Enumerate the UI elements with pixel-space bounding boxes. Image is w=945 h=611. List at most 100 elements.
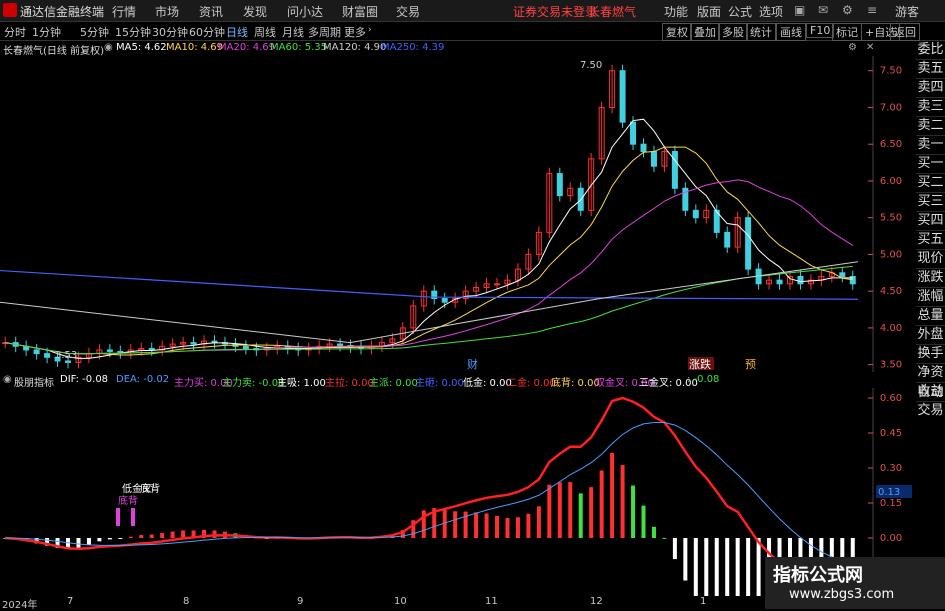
candle-body-20	[211, 340, 218, 344]
hist-bar-63	[662, 537, 667, 539]
hist-bar-53	[557, 482, 562, 538]
hist-bar-49	[515, 517, 520, 538]
quote-row-7[interactable]: 买二	[916, 174, 945, 193]
price-chart[interactable]: 7.50 7.00 6.50 6.00 5.50 5.00 4.50 4.00 3.50 7.5…	[0, 56, 916, 372]
candle-body-10	[106, 349, 113, 352]
skin-icon[interactable]: ▣	[794, 3, 805, 17]
quote-row-10[interactable]: 买五	[916, 231, 945, 250]
quote-row-17[interactable]: 净资	[916, 364, 945, 383]
quote-row-5[interactable]: 卖一	[916, 136, 945, 155]
chart-name: 长春燃气(日线 前复权)	[3, 46, 104, 57]
app-logo-icon	[3, 3, 17, 17]
settings-gear-icon[interactable]: ⚙	[848, 42, 857, 53]
period-60min[interactable]: 60分钟	[189, 24, 225, 40]
menu-discover[interactable]: 发现	[243, 3, 267, 20]
period-fenshi[interactable]: 分时	[4, 24, 26, 40]
period-15min[interactable]: 15分钟	[115, 24, 151, 40]
date-label-1: 1	[700, 596, 707, 607]
dibei-label-1: 底背	[140, 482, 160, 495]
btn-huaxian[interactable]: 画线	[776, 23, 806, 41]
hist-bar-54	[568, 482, 573, 538]
close-icon[interactable]: ✕	[866, 42, 874, 53]
indicator-tick-3: 0.15	[880, 498, 902, 509]
period-1min[interactable]: 1分钟	[32, 24, 61, 40]
candle-body-59	[619, 70, 626, 123]
date-label-7: 7	[67, 596, 74, 607]
yu-marker[interactable]: 预	[745, 358, 756, 371]
menu-quotes[interactable]: 行情	[112, 3, 136, 20]
ma250-label: MA250: 4.39	[381, 42, 445, 53]
quote-row-1[interactable]: 卖五	[916, 60, 945, 79]
hist-bar-70	[735, 538, 740, 596]
btn-f10[interactable]: F10	[806, 23, 835, 38]
quote-row-0[interactable]: 委比	[916, 41, 945, 60]
menu-news[interactable]: 资讯	[199, 3, 223, 20]
ma20-label: MA20: 4.69	[218, 42, 276, 53]
indicator-name: 股朋指标	[14, 378, 54, 389]
period-more[interactable]: 更多	[344, 24, 366, 40]
period-weekly[interactable]: 周线	[254, 24, 276, 40]
quote-row-11[interactable]: 现价	[916, 250, 945, 269]
quote-row-9[interactable]: 买四	[916, 212, 945, 231]
menu-options[interactable]: 选项	[759, 3, 783, 20]
quote-row-8[interactable]: 买三	[916, 193, 945, 212]
hist-bar-48	[505, 517, 510, 538]
btn-duogu[interactable]: 多股	[718, 23, 748, 41]
dibei-label-2: 底背	[118, 494, 138, 507]
btn-biaoji[interactable]: 标记	[832, 23, 862, 41]
quote-row-14[interactable]: 总量	[916, 307, 945, 326]
menu-wenxiaoda[interactable]: 问小达	[287, 3, 323, 20]
settings-icon[interactable]: ⚙	[842, 3, 853, 17]
more-arrow-icon[interactable]: ›	[368, 25, 372, 35]
hist-bar-56	[589, 487, 594, 538]
ma-line-3	[5, 265, 853, 355]
menu-formula[interactable]: 公式	[728, 3, 752, 20]
hist-bar-66	[693, 538, 698, 596]
zhangdie-marker[interactable]: 涨跌	[689, 357, 711, 371]
hist-bar-67	[704, 538, 709, 596]
period-monthly[interactable]: 月线	[282, 24, 304, 40]
quote-row-15[interactable]: 外盘	[916, 326, 945, 345]
indicator-settings-icon[interactable]: ◉	[3, 374, 12, 385]
btn-fuquan[interactable]: 复权	[662, 23, 692, 41]
btn-back[interactable]: 返回	[890, 23, 920, 41]
ma-settings-icon[interactable]: ◉	[104, 42, 113, 53]
indicator-tick-2: 0.30	[880, 463, 902, 474]
auto-trade-row-0[interactable]: 自动	[916, 384, 945, 402]
period-multi[interactable]: 多周期	[308, 24, 341, 40]
quote-row-2[interactable]: 卖四	[916, 79, 945, 98]
period-5min[interactable]: 5分钟	[80, 24, 109, 40]
price-tick-5: 5.00	[880, 249, 902, 260]
auto-trade-row-1[interactable]: 交易	[916, 402, 945, 420]
ma5-label: MA5: 4.62	[116, 42, 167, 53]
cai-marker[interactable]: 财	[467, 357, 478, 371]
date-label-12: 12	[590, 596, 603, 607]
menu-market[interactable]: 市场	[155, 3, 179, 20]
quote-row-3[interactable]: 卖三	[916, 98, 945, 117]
quote-row-13[interactable]: 涨幅	[916, 288, 945, 307]
quote-row-16[interactable]: 换手	[916, 345, 945, 364]
hist-bar-12	[128, 536, 133, 538]
login-notice[interactable]: 证券交易未登录	[513, 3, 597, 20]
menu-layout[interactable]: 版面	[697, 3, 721, 20]
message-icon[interactable]: ✉	[818, 3, 828, 17]
menu-caifuquan[interactable]: 财富圈	[342, 3, 378, 20]
watermark-url: www.zbgs3.com	[789, 587, 895, 602]
indicator-tick-1: 0.45	[880, 428, 902, 439]
indicator-tick-4: 0.00	[880, 533, 902, 544]
period-daily[interactable]: 日线	[226, 24, 248, 40]
candle-body-53	[556, 173, 563, 197]
menu-icon[interactable]: ≡	[867, 3, 877, 17]
quote-row-6[interactable]: 买一	[916, 155, 945, 174]
candle-body-80	[839, 272, 846, 277]
user-label[interactable]: 游客	[895, 3, 919, 20]
menu-function[interactable]: 功能	[664, 3, 688, 20]
quote-row-12[interactable]: 涨跌	[916, 269, 945, 288]
btn-tongji[interactable]: 统计	[746, 23, 776, 41]
btn-diejia[interactable]: 叠加	[690, 23, 720, 41]
period-30min[interactable]: 30分钟	[152, 24, 188, 40]
price-tick-7: 4.00	[880, 323, 902, 334]
ma-line-120	[0, 261, 859, 344]
menu-trade[interactable]: 交易	[396, 3, 420, 20]
quote-row-4[interactable]: 卖二	[916, 117, 945, 136]
